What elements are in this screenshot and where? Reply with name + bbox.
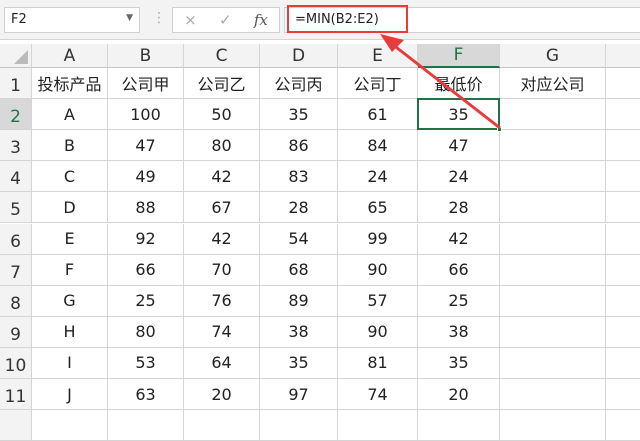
annotation-arrow-icon (380, 34, 501, 130)
